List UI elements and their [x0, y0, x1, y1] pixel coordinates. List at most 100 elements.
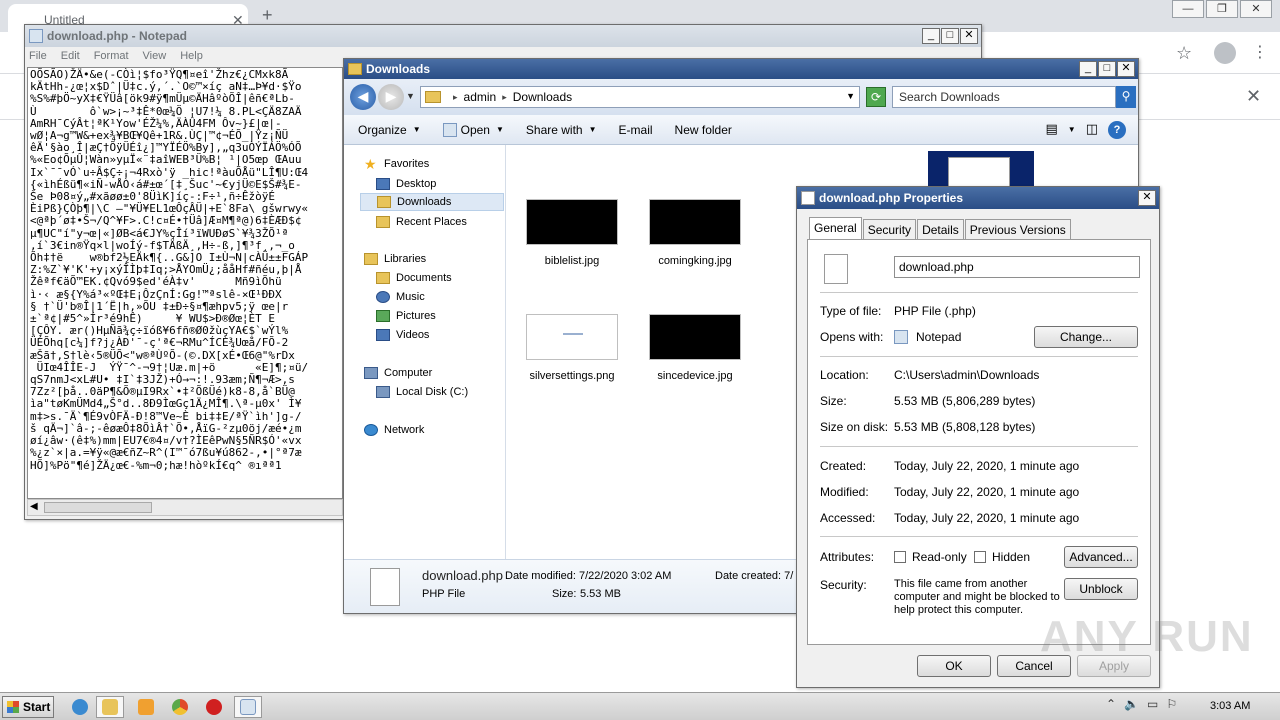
breadcrumb-admin[interactable]: admin — [464, 90, 497, 104]
recent-pages-icon[interactable]: ▼ — [406, 91, 415, 101]
scroll-left-icon[interactable]: ◀ — [30, 501, 38, 512]
chevron-right-icon[interactable]: ▸ — [453, 92, 458, 103]
taskbar-ie[interactable] — [66, 696, 94, 718]
read-only-checkbox[interactable] — [894, 551, 906, 563]
image-thumbnail — [526, 314, 618, 360]
folder-icon — [348, 63, 362, 75]
chrome-icon — [172, 699, 188, 715]
preview-pane-icon[interactable]: ◫ — [1086, 121, 1098, 139]
nav-music[interactable]: Music — [376, 288, 425, 306]
folder-icon — [425, 91, 441, 103]
maximize-button[interactable]: □ — [941, 28, 959, 44]
file-item[interactable]: sincedevice.jpg — [645, 314, 745, 382]
hidden-checkbox[interactable] — [974, 551, 986, 563]
network-tray-icon[interactable]: ▭ — [1147, 697, 1158, 711]
chevron-right-icon[interactable]: ▸ — [502, 92, 507, 103]
menu-file[interactable]: File — [29, 50, 47, 62]
read-only-label: Read-only — [912, 550, 967, 564]
menu-edit[interactable]: Edit — [61, 50, 80, 62]
properties-titlebar[interactable]: download.php Properties — [797, 187, 1159, 209]
notepad-line: %¿z`×|a.=¥ÿ«@æ€ñZ~R^(I™¯ó7ßu¥ú862-,•|°ª7… — [30, 446, 302, 460]
taskbar-chrome[interactable] — [166, 696, 194, 718]
divider — [820, 536, 1138, 537]
nav-local-disk[interactable]: Local Disk (C:) — [376, 383, 468, 401]
notepad-text-area[interactable]: OÕSÃO)ŽÄ•&e(-CÒì¦$fo³ŸQ¶¤eî'Žhz€¿CMxk8Ã k… — [27, 67, 343, 499]
close-button[interactable]: ✕ — [960, 28, 978, 44]
close-button[interactable]: ✕ — [1138, 190, 1156, 206]
nav-music-label: Music — [396, 291, 425, 303]
nav-pictures[interactable]: Pictures — [376, 307, 436, 325]
minimize-button[interactable]: _ — [922, 28, 940, 44]
email-button[interactable]: E-mail — [619, 123, 653, 137]
change-view-icon[interactable]: ▤ — [1045, 121, 1057, 139]
nav-favorites[interactable]: ★ Favorites — [364, 155, 429, 173]
file-item[interactable]: comingking.jpg — [645, 199, 745, 267]
nav-computer[interactable]: Computer — [364, 364, 432, 382]
nav-desktop[interactable]: Desktop — [376, 175, 436, 193]
address-bar[interactable]: ▸ admin ▸ Downloads ▼ — [420, 86, 860, 108]
ok-button[interactable]: OK — [917, 655, 991, 677]
tab-previous-versions[interactable]: Previous Versions — [964, 219, 1071, 240]
change-button[interactable]: Change... — [1034, 326, 1138, 348]
filename-field[interactable]: download.php — [894, 256, 1140, 278]
clock[interactable]: 3:03 AM — [1210, 700, 1250, 712]
flag-icon[interactable]: ⚐ — [1166, 697, 1177, 711]
close-button[interactable]: ✕ — [1117, 61, 1135, 77]
minimize-button[interactable]: _ — [1079, 61, 1097, 77]
file-item[interactable]: silversettings.png — [522, 314, 622, 382]
new-tab-button[interactable]: + — [262, 5, 273, 26]
maximize-button[interactable]: □ — [1098, 61, 1116, 77]
help-icon[interactable]: ? — [1108, 121, 1126, 139]
organize-button[interactable]: Organize ▼ — [358, 123, 421, 137]
php-file-icon — [801, 191, 815, 205]
tab-general[interactable]: General — [809, 217, 862, 240]
menu-help[interactable]: Help — [180, 50, 203, 62]
volume-icon[interactable]: 🔈 — [1124, 697, 1139, 711]
taskbar-media-player[interactable] — [132, 696, 160, 718]
close-button[interactable]: ✕ — [1240, 0, 1272, 18]
nav-videos[interactable]: Videos — [376, 326, 429, 344]
tray-arrow-icon[interactable]: ⌃ — [1106, 697, 1116, 711]
chevron-down-icon[interactable]: ▼ — [846, 91, 855, 101]
maximize-button[interactable]: ❐ — [1206, 0, 1238, 18]
share-with-button[interactable]: Share with ▼ — [526, 123, 597, 137]
nav-libraries[interactable]: Libraries — [364, 250, 426, 268]
unblock-button[interactable]: Unblock — [1064, 578, 1138, 600]
new-folder-button[interactable]: New folder — [675, 123, 732, 137]
advanced-button[interactable]: Advanced... — [1064, 546, 1138, 568]
search-icon[interactable]: ⚲ — [1116, 86, 1136, 108]
profile-avatar[interactable] — [1214, 42, 1236, 64]
refresh-button[interactable]: ⟳ — [866, 87, 886, 107]
accessed-value: Today, July 22, 2020, 1 minute ago — [894, 511, 1080, 525]
nav-documents[interactable]: Documents — [376, 269, 452, 287]
menu-view[interactable]: View — [143, 50, 167, 62]
minimize-button[interactable]: — — [1172, 0, 1204, 18]
explorer-titlebar[interactable]: Downloads — [344, 59, 1138, 79]
search-input[interactable]: Search Downloads — [892, 86, 1116, 108]
forward-button[interactable]: ▶ — [378, 84, 404, 110]
nav-recent-places[interactable]: Recent Places — [376, 213, 467, 231]
browser-menu-icon[interactable]: ⋮ — [1252, 42, 1268, 62]
infobar-close-icon[interactable]: ✕ — [1246, 86, 1261, 107]
taskbar-explorer[interactable] — [96, 696, 124, 718]
start-button[interactable]: Start — [2, 696, 54, 718]
open-button[interactable]: Open ▼ — [442, 122, 504, 137]
nav-downloads[interactable]: Downloads — [360, 193, 504, 211]
back-button[interactable]: ◀ — [350, 84, 376, 110]
chevron-down-icon[interactable]: ▼ — [1068, 121, 1076, 139]
tab-security[interactable]: Security — [862, 219, 917, 240]
file-item[interactable]: biblelist.jpg — [522, 199, 622, 267]
notepad-icon — [894, 330, 908, 344]
chevron-down-icon: ▼ — [412, 125, 421, 134]
nav-localdisk-label: Local Disk (C:) — [396, 386, 469, 398]
tab-details[interactable]: Details — [917, 219, 964, 240]
horizontal-scrollbar[interactable]: ◀ — [27, 499, 343, 516]
taskbar-notepad[interactable] — [234, 696, 262, 718]
taskbar-antivirus[interactable] — [200, 696, 228, 718]
menu-format[interactable]: Format — [94, 50, 129, 62]
scrollbar-thumb[interactable] — [44, 502, 152, 513]
breadcrumb-downloads[interactable]: Downloads — [513, 90, 572, 104]
nav-network[interactable]: Network — [364, 421, 424, 439]
bookmark-star-icon[interactable]: ☆ — [1176, 43, 1192, 64]
notepad-titlebar[interactable]: download.php - Notepad — [25, 25, 981, 47]
